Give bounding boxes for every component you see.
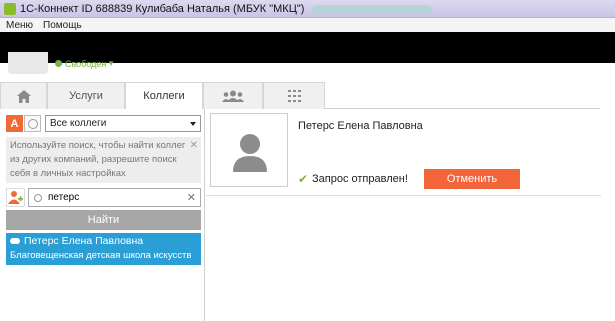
status-selector[interactable]: Свободен ▾ xyxy=(55,58,113,69)
cloud-icon xyxy=(10,238,20,244)
cancel-button[interactable]: Отменить xyxy=(424,169,520,189)
close-icon[interactable]: ✕ xyxy=(190,139,198,153)
check-icon: ✔ xyxy=(298,172,309,186)
chevron-down-icon: ▾ xyxy=(106,58,114,68)
result-name-row: Петерс Елена Павловна xyxy=(10,235,197,247)
tab-grid[interactable] xyxy=(263,82,325,109)
colleagues-panel: A Все коллеги Используйте поиск, чтобы н… xyxy=(0,109,205,321)
window-title: 1С-Коннект ID 688839 Кулибаба Наталья (М… xyxy=(20,2,305,15)
search-icon xyxy=(34,193,42,202)
search-input[interactable] xyxy=(48,192,178,203)
clock-icon xyxy=(27,118,38,129)
divider xyxy=(206,195,601,196)
contact-avatar xyxy=(210,113,288,187)
menu-item-help[interactable]: Помощь xyxy=(43,20,82,31)
menu-item-menu[interactable]: Меню xyxy=(6,20,33,31)
find-button[interactable]: Найти xyxy=(6,210,201,230)
result-org: Благовещенская детская школа искусств xyxy=(10,250,192,261)
status-label: Свободен xyxy=(65,58,107,69)
tab-colleagues[interactable]: Коллеги xyxy=(125,82,203,109)
sort-alphabet-button[interactable]: A xyxy=(6,115,23,132)
contact-name: Петерс Елена Павловна xyxy=(298,120,423,132)
filter-value: Все коллеги xyxy=(50,118,107,129)
app-icon xyxy=(4,2,16,15)
add-contact-button[interactable] xyxy=(6,188,25,207)
request-status: Запрос отправлен! xyxy=(312,173,408,185)
search-hint: Используйте поиск, чтобы найти коллег из… xyxy=(6,137,201,183)
grid-icon xyxy=(287,90,301,102)
user-icon xyxy=(233,134,267,172)
list-item[interactable]: Петерс Елена Павловна Благовещенская дет… xyxy=(6,233,201,265)
hint-text: Используйте поиск, чтобы найти коллег из… xyxy=(10,140,186,179)
clear-icon[interactable]: ✕ xyxy=(187,191,196,204)
menu-bar: Меню Помощь xyxy=(0,18,615,32)
group-icon xyxy=(222,90,244,102)
main-tabs: Услуги Коллеги xyxy=(0,82,600,109)
blurred-title-area xyxy=(312,4,433,13)
tab-home[interactable] xyxy=(0,82,47,109)
tab-strip-filler xyxy=(325,82,600,108)
add-user-icon xyxy=(8,191,23,204)
tab-groups[interactable] xyxy=(203,82,263,109)
status-dot-icon xyxy=(55,60,62,67)
title-bar: 1С-Коннект ID 688839 Кулибаба Наталья (М… xyxy=(0,0,615,18)
search-box: ✕ xyxy=(28,188,201,207)
result-name: Петерс Елена Павловна xyxy=(24,235,144,247)
chevron-down-icon xyxy=(190,122,196,126)
sort-recent-button[interactable] xyxy=(24,115,41,132)
right-edge xyxy=(601,82,615,321)
tab-services[interactable]: Услуги xyxy=(47,82,125,109)
colleague-filter-select[interactable]: Все коллеги xyxy=(45,115,201,132)
home-icon xyxy=(16,89,31,103)
avatar[interactable] xyxy=(8,52,48,74)
